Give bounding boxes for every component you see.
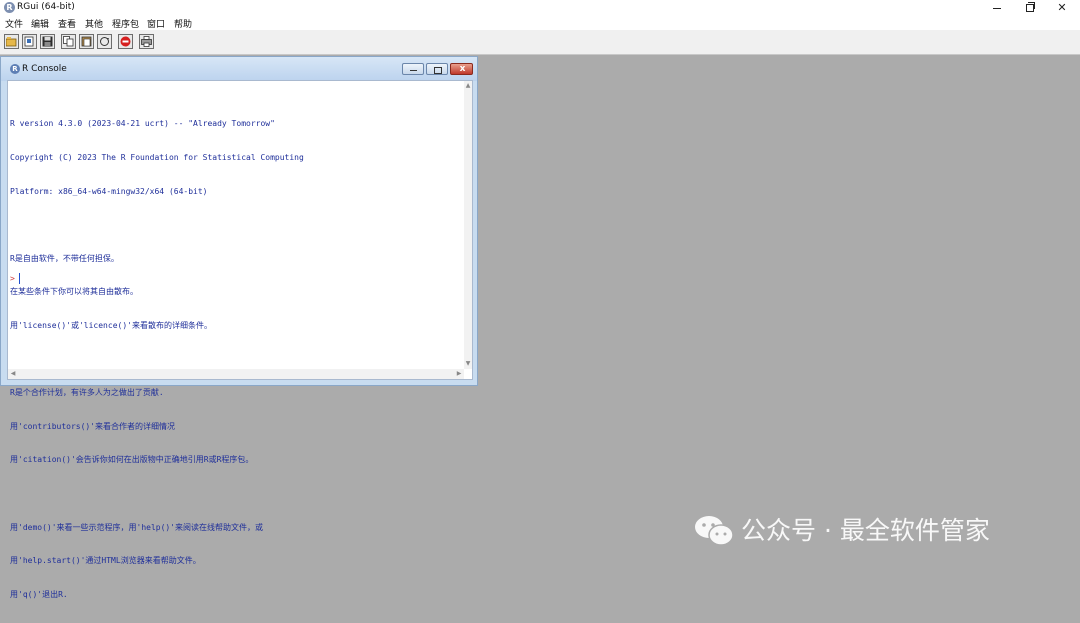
stop-icon	[120, 36, 131, 47]
menu-packages[interactable]: 程序包	[112, 17, 139, 30]
main-titlebar: R RGui (64-bit) ✕	[0, 0, 1080, 16]
copy-button[interactable]	[61, 34, 76, 49]
menu-view[interactable]: 查看	[58, 17, 76, 30]
r-logo-icon: R	[4, 2, 15, 13]
scroll-left-icon[interactable]: ◀	[8, 369, 18, 379]
maximize-icon	[434, 67, 442, 74]
menubar: 文件 编辑 查看 其他 程序包 窗口 帮助	[0, 16, 1080, 30]
open-script-button[interactable]	[4, 34, 19, 49]
menu-file[interactable]: 文件	[5, 17, 23, 30]
open-script-icon	[6, 37, 17, 47]
console-line: 用'contributors()'来看合作者的详细情况	[10, 421, 176, 431]
load-workspace-icon	[24, 36, 34, 47]
console-line: R version 4.3.0 (2023-04-21 ucrt) -- "Al…	[10, 119, 275, 129]
print-icon	[141, 36, 152, 47]
r-console-window: R R Console x R version 4.3.0 (2023-04-2…	[0, 56, 478, 599]
minimize-button[interactable]	[980, 0, 1014, 16]
console-line: 在某些条件下你可以将其自由散布。	[10, 287, 138, 297]
console-line: 用'q()'退出R.	[10, 589, 68, 599]
console-line: R是个合作计划，有许多人为之做出了贡献.	[10, 388, 164, 398]
scroll-right-icon[interactable]: ▶	[454, 369, 464, 379]
menu-windows[interactable]: 窗口	[147, 17, 165, 30]
menu-misc[interactable]: 其他	[85, 17, 103, 30]
copy-paste-button[interactable]	[97, 34, 112, 49]
console-line: 用'license()'或'licence()'来看散布的详细条件。	[10, 321, 212, 331]
scroll-up-icon[interactable]: ▲	[464, 81, 472, 91]
copy-paste-icon	[100, 37, 109, 46]
console-prompt: >	[10, 274, 15, 283]
r-console-titlebar[interactable]: R R Console x	[1, 57, 477, 81]
paste-button[interactable]	[79, 34, 94, 49]
console-output-area[interactable]: R version 4.3.0 (2023-04-21 ucrt) -- "Al…	[7, 80, 473, 599]
minimize-icon	[410, 70, 417, 71]
minimize-icon	[993, 7, 1001, 9]
save-workspace-button[interactable]	[40, 34, 55, 49]
paste-icon	[81, 36, 92, 47]
console-line: 用'citation()'会告诉你如何在出版物中正确地引用R或R程序包。	[10, 455, 254, 465]
console-line: Copyright (C) 2023 The R Foundation for …	[10, 153, 304, 163]
print-button[interactable]	[139, 34, 154, 49]
console-line: Platform: x86_64-w64-mingw32/x64 (64-bit…	[10, 186, 208, 196]
console-line: 用'help.start()'通过HTML浏览器来看帮助文件。	[10, 556, 201, 566]
stop-button[interactable]	[118, 34, 133, 49]
close-button[interactable]: ✕	[1045, 0, 1079, 16]
wechat-icon	[695, 516, 734, 546]
horizontal-scrollbar[interactable]: ◀ ▶	[8, 369, 464, 379]
console-maximize-button[interactable]	[426, 63, 448, 75]
console-input-caret[interactable]	[19, 273, 20, 284]
console-minimize-button[interactable]	[402, 63, 424, 75]
watermark-text: 公众号 · 最全软件管家	[741, 516, 990, 545]
console-close-button[interactable]: x	[450, 63, 473, 75]
toolbar	[0, 30, 1080, 55]
load-workspace-button[interactable]	[22, 34, 37, 49]
scroll-down-icon[interactable]: ▼	[464, 359, 472, 369]
close-icon: x	[459, 64, 466, 74]
save-workspace-icon	[42, 36, 53, 47]
console-output: R version 4.3.0 (2023-04-21 ucrt) -- "Al…	[10, 96, 460, 623]
menu-help[interactable]: 帮助	[174, 17, 192, 30]
r-console-title: R Console	[22, 64, 67, 74]
r-console-icon: R	[10, 64, 20, 74]
close-icon: ✕	[1057, 1, 1067, 14]
console-line: R是自由软件，不带任何担保。	[10, 253, 119, 263]
vertical-scrollbar[interactable]: ▲ ▼	[464, 81, 472, 369]
window-title: RGui (64-bit)	[17, 2, 75, 12]
restore-icon	[1026, 2, 1035, 12]
maximize-button[interactable]	[1013, 0, 1047, 16]
copy-icon	[63, 36, 74, 47]
menu-edit[interactable]: 编辑	[31, 17, 49, 30]
console-line: 用'demo()'来看一些示范程序，用'help()'来阅读在线帮助文件，或	[10, 522, 264, 532]
